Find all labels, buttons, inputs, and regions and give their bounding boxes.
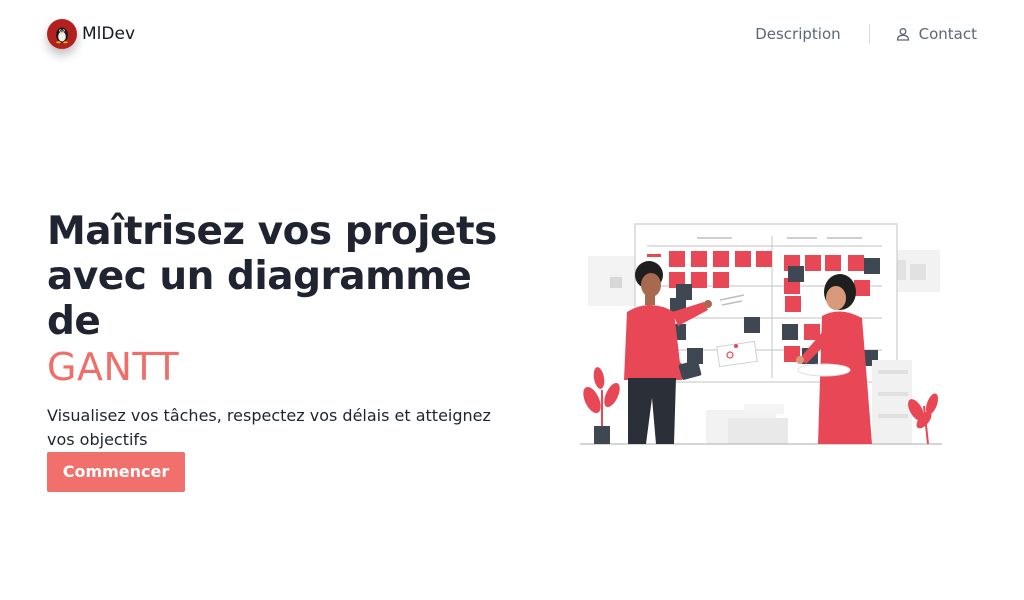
gantt-board-illustration: [572, 220, 948, 464]
nav-link-contact[interactable]: Contact: [896, 25, 977, 43]
hero-subtitle: Visualisez vos tâches, respectez vos dél…: [47, 406, 491, 449]
top-navbar: MlDev Description Contact: [0, 0, 1024, 68]
start-button[interactable]: Commencer: [47, 452, 185, 492]
user-icon: [896, 27, 910, 41]
hero-title-line-2: avec un diagramme de: [47, 254, 472, 344]
linux-penguin-icon: [47, 19, 77, 49]
nav-links: Description Contact: [755, 22, 977, 46]
hero-section: Maîtrisez vos projets avec un diagramme …: [47, 209, 507, 492]
nav-link-contact-label: Contact: [918, 25, 977, 43]
brand-name: MlDev: [82, 24, 136, 44]
hero-title-line-1: Maîtrisez vos projets: [47, 209, 497, 254]
hero-title: Maîtrisez vos projets avec un diagramme …: [47, 209, 507, 344]
brand[interactable]: MlDev: [47, 19, 135, 49]
nav-separator: [868, 24, 870, 44]
nav-link-description[interactable]: Description: [755, 25, 840, 43]
hero-title-accent: GANTT: [47, 345, 180, 389]
